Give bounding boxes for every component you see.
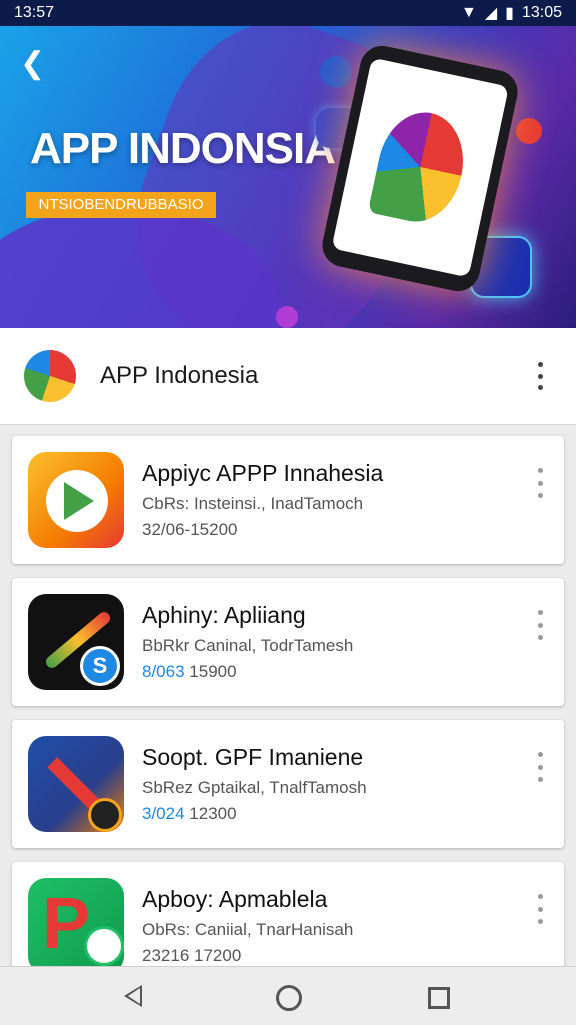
app-logo-icon bbox=[367, 104, 473, 230]
hero-tagline: NTSIOBENDRUBBASIO bbox=[26, 192, 216, 218]
more-options-icon[interactable] bbox=[530, 892, 550, 926]
wifi-icon: ▼ bbox=[460, 4, 477, 21]
status-right-time: 13:05 bbox=[521, 4, 562, 21]
back-arrow-icon[interactable]: ❮ bbox=[20, 48, 50, 80]
app-title: Appiyc APPP Innahesia bbox=[142, 460, 384, 486]
app-list-item[interactable]: S Aphiny: Apliiang BbRkr Caninal, TodrTa… bbox=[12, 578, 564, 706]
floating-app-icon bbox=[516, 118, 542, 144]
status-bar: 13:57 ▼ ◢ ▮ 13:05 bbox=[0, 0, 576, 26]
status-time: 13:57 bbox=[14, 4, 55, 21]
app-title: Aphiny: Apliiang bbox=[142, 602, 306, 628]
app-title: Apboy: Apmablela bbox=[142, 886, 328, 912]
hero-banner: ❮ APP INDONSIA NTSIOBENDRUBBASIO bbox=[0, 26, 576, 328]
app-header: APP Indonesia bbox=[0, 328, 576, 425]
app-list-item[interactable]: Soopt. GPF Imaniene SbRez Gptaikal, Tnal… bbox=[12, 720, 564, 848]
status-icons: ▼ ◢ ▮ 13:05 bbox=[461, 3, 562, 23]
hero-title: APP INDONSIA bbox=[30, 124, 336, 173]
nav-back-icon[interactable] bbox=[124, 985, 142, 1007]
battery-icon: ▮ bbox=[505, 5, 514, 22]
nav-recents-icon[interactable] bbox=[428, 987, 450, 1009]
app-meta-accent: 8/063 bbox=[142, 662, 185, 681]
app-meta: 23216 17200 bbox=[142, 946, 241, 966]
more-options-icon[interactable] bbox=[530, 360, 550, 392]
app-meta: 8/063 15900 bbox=[142, 662, 237, 682]
app-icon-chat: P bbox=[28, 878, 124, 974]
app-meta-value: 12300 bbox=[189, 804, 237, 823]
system-nav-bar bbox=[0, 966, 576, 1025]
app-subtitle: BbRkr Caninal, TodrTamesh bbox=[142, 636, 354, 655]
app-meta-accent: 3/024 bbox=[142, 804, 185, 823]
nav-home-icon[interactable] bbox=[276, 985, 302, 1011]
more-options-icon[interactable] bbox=[530, 750, 550, 784]
signal-icon: ◢ bbox=[484, 5, 498, 22]
app-icon-play bbox=[28, 452, 124, 548]
app-title: Soopt. GPF Imaniene bbox=[142, 744, 364, 770]
app-icon-brush: S bbox=[28, 594, 124, 690]
location-pin-icon bbox=[276, 306, 298, 328]
app-subtitle: SbRez Gptaikal, TnalfTamosh bbox=[142, 778, 367, 797]
app-subtitle: ObRs: Caniial, TnarHanisah bbox=[142, 920, 354, 939]
app-subtitle: CbRs: Insteinsi., InadTamoch bbox=[142, 494, 364, 513]
app-meta-value: 32/06-15200 bbox=[142, 520, 238, 539]
app-icon-tools bbox=[28, 736, 124, 832]
app-meta: 3/024 12300 bbox=[142, 804, 237, 824]
more-options-icon[interactable] bbox=[530, 608, 550, 642]
app-logo-icon bbox=[24, 350, 76, 402]
page-title: APP Indonesia bbox=[100, 362, 259, 389]
more-options-icon[interactable] bbox=[530, 466, 550, 500]
app-meta-value: 23216 17200 bbox=[142, 946, 242, 965]
floating-app-icon bbox=[320, 56, 352, 88]
phone-screen bbox=[331, 57, 509, 278]
app-meta: 32/06-15200 bbox=[142, 520, 237, 540]
app-meta-value: 15900 bbox=[189, 662, 237, 681]
app-list-item[interactable]: Appiyc APPP Innahesia CbRs: Insteinsi., … bbox=[12, 436, 564, 564]
